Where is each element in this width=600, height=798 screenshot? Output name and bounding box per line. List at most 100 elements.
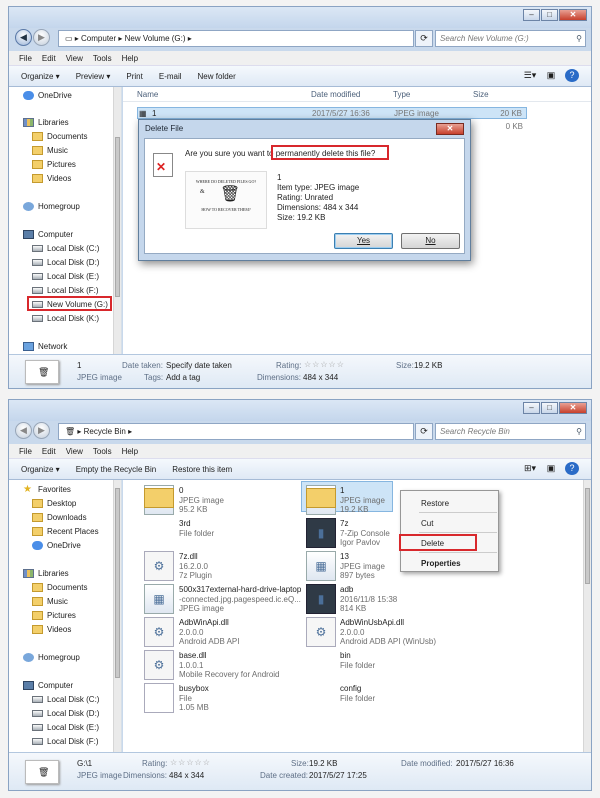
view-options-icon[interactable]: ⊞▾: [523, 462, 537, 475]
menu-edit[interactable]: Edit: [42, 54, 56, 63]
nav-item-favorites[interactable]: ★ Favorites: [23, 485, 71, 495]
nav-scroll-thumb[interactable]: [115, 488, 120, 678]
image-icon[interactable]: ▦: [306, 551, 336, 581]
new-folder-button[interactable]: New folder: [198, 72, 236, 81]
restore-item-button[interactable]: Restore this item: [172, 465, 232, 474]
context-cut[interactable]: Cut: [421, 519, 433, 528]
grid-item[interactable]: busybox File 1.05 MB: [179, 684, 209, 713]
nav-item-onedrive[interactable]: OneDrive: [32, 541, 81, 550]
no-button[interactable]: No: [401, 233, 460, 249]
nav-item-music[interactable]: Music: [32, 146, 68, 155]
preview-button[interactable]: Preview ▾: [76, 72, 111, 81]
maximize-button[interactable]: □: [541, 9, 558, 21]
print-button[interactable]: Print: [126, 72, 142, 81]
menu-edit[interactable]: Edit: [42, 447, 56, 456]
menu-view[interactable]: View: [66, 54, 83, 63]
date-taken-field[interactable]: Specify date taken: [166, 361, 232, 370]
nav-item-local-disk-c[interactable]: Local Disk (C:): [32, 695, 99, 704]
tags-field[interactable]: Add a tag: [166, 373, 200, 382]
grid-item[interactable]: base.dll 1.0.0.1 Mobile Recovery for Andro…: [179, 651, 280, 680]
nav-scroll-thumb[interactable]: [115, 137, 120, 297]
menu-tools[interactable]: Tools: [93, 447, 112, 456]
grid-item[interactable]: adb 2016/11/8 15:38 814 KB: [340, 585, 397, 614]
nav-item-local-disk-f[interactable]: Local Disk (F:): [32, 737, 99, 746]
nav-item-local-disk-d[interactable]: Local Disk (D:): [32, 709, 99, 718]
menu-view[interactable]: View: [66, 447, 83, 456]
rating-stars[interactable]: ☆☆☆☆☆: [304, 360, 345, 369]
preview-pane-icon[interactable]: ▣: [544, 462, 558, 475]
back-button[interactable]: ◀: [15, 422, 32, 439]
grid-item[interactable]: 7z 7-Zip Console Igor Pavlov: [340, 519, 390, 548]
image-icon[interactable]: ▦: [144, 584, 174, 614]
context-restore[interactable]: Restore: [421, 499, 449, 508]
grid-item[interactable]: AdbWinUsbApi.dll 2.0.0.0 Android ADB API (…: [340, 618, 436, 647]
minimize-button[interactable]: –: [523, 402, 540, 414]
close-button[interactable]: ✕: [559, 9, 587, 21]
dll-icon[interactable]: ⚙: [144, 650, 174, 680]
breadcrumb-computer[interactable]: Computer: [81, 34, 116, 43]
nav-scrollbar[interactable]: [113, 87, 121, 354]
search-input[interactable]: Search Recycle Bin ⚲: [435, 423, 586, 440]
file-icon[interactable]: [144, 683, 174, 713]
nav-item-videos[interactable]: Videos: [32, 625, 71, 634]
address-path[interactable]: 🗑 ▸ Recycle Bin ▸: [58, 423, 414, 440]
organize-button[interactable]: Organize ▾: [21, 465, 60, 474]
menu-file[interactable]: File: [19, 54, 32, 63]
grid-item[interactable]: 13 JPEG image 897 bytes: [340, 552, 385, 581]
context-properties[interactable]: Properties: [421, 559, 461, 568]
grid-item[interactable]: 500x317external-hard-drive-laptop -connec…: [179, 585, 301, 614]
menu-file[interactable]: File: [19, 447, 32, 456]
rating-stars[interactable]: ☆☆☆☆☆: [170, 758, 211, 767]
nav-item-music[interactable]: Music: [32, 597, 68, 606]
nav-item-local-disk-c[interactable]: Local Disk (C:): [32, 244, 99, 253]
nav-item-documents[interactable]: Documents: [32, 132, 87, 141]
grid-item[interactable]: config File folder: [340, 684, 375, 703]
refresh-button[interactable]: ⟳: [415, 30, 433, 47]
nav-item-local-disk-e[interactable]: Local Disk (E:): [32, 723, 99, 732]
menu-help[interactable]: Help: [122, 447, 138, 456]
column-type[interactable]: Type: [393, 90, 410, 99]
nav-scrollbar[interactable]: [113, 480, 121, 752]
help-icon[interactable]: ?: [565, 462, 579, 475]
dll-icon[interactable]: ⚙: [306, 617, 336, 647]
dll-icon[interactable]: ⚙: [144, 617, 174, 647]
dll-icon[interactable]: ⚙: [144, 551, 174, 581]
app-icon[interactable]: ▮: [306, 518, 336, 548]
nav-item-videos[interactable]: Videos: [32, 174, 71, 183]
nav-item-computer[interactable]: Computer: [23, 230, 73, 239]
nav-item-homegroup[interactable]: Homegroup: [23, 653, 80, 662]
column-date-modified[interactable]: Date modified: [311, 90, 360, 99]
nav-item-libraries[interactable]: Libraries: [23, 118, 69, 127]
forward-button[interactable]: ▶: [33, 422, 50, 439]
grid-item[interactable]: bin File folder: [340, 651, 375, 670]
nav-item-homegroup[interactable]: Homegroup: [23, 202, 80, 211]
nav-item-onedrive[interactable]: OneDrive: [23, 91, 72, 100]
folder-icon[interactable]: [144, 488, 174, 508]
grid-item[interactable]: 0 JPEG image 95.2 KB: [179, 486, 224, 515]
nav-item-pictures[interactable]: Pictures: [32, 611, 76, 620]
nav-item-libraries[interactable]: Libraries: [23, 569, 69, 578]
nav-item-network[interactable]: Network: [23, 342, 67, 351]
nav-item-local-disk-d[interactable]: Local Disk (D:): [32, 258, 99, 267]
column-name[interactable]: Name: [137, 90, 158, 99]
organize-button[interactable]: Organize ▾: [21, 72, 60, 81]
content-scroll-thumb[interactable]: [585, 488, 590, 584]
close-button[interactable]: ✕: [559, 402, 587, 414]
help-icon[interactable]: ?: [565, 69, 579, 82]
menu-help[interactable]: Help: [122, 54, 138, 63]
address-path[interactable]: ▭ ▸ Computer ▸ New Volume (G:) ▸: [58, 30, 414, 47]
nav-item-pictures[interactable]: Pictures: [32, 160, 76, 169]
nav-item-computer[interactable]: Computer: [23, 681, 73, 690]
grid-item[interactable]: 3rd File folder: [179, 519, 214, 538]
content-scrollbar[interactable]: [583, 480, 591, 752]
maximize-button[interactable]: □: [541, 402, 558, 414]
breadcrumb-recycle-bin[interactable]: Recycle Bin: [84, 427, 126, 436]
nav-item-downloads[interactable]: Downloads: [32, 513, 87, 522]
nav-item-local-disk-e[interactable]: Local Disk (E:): [32, 272, 99, 281]
yes-button[interactable]: Yes: [334, 233, 393, 249]
nav-item-recent-places[interactable]: Recent Places: [32, 527, 99, 536]
view-options-icon[interactable]: ☰▾: [523, 69, 537, 82]
minimize-button[interactable]: –: [523, 9, 540, 21]
search-input[interactable]: Search New Volume (G:) ⚲: [435, 30, 586, 47]
email-button[interactable]: E-mail: [159, 72, 182, 81]
